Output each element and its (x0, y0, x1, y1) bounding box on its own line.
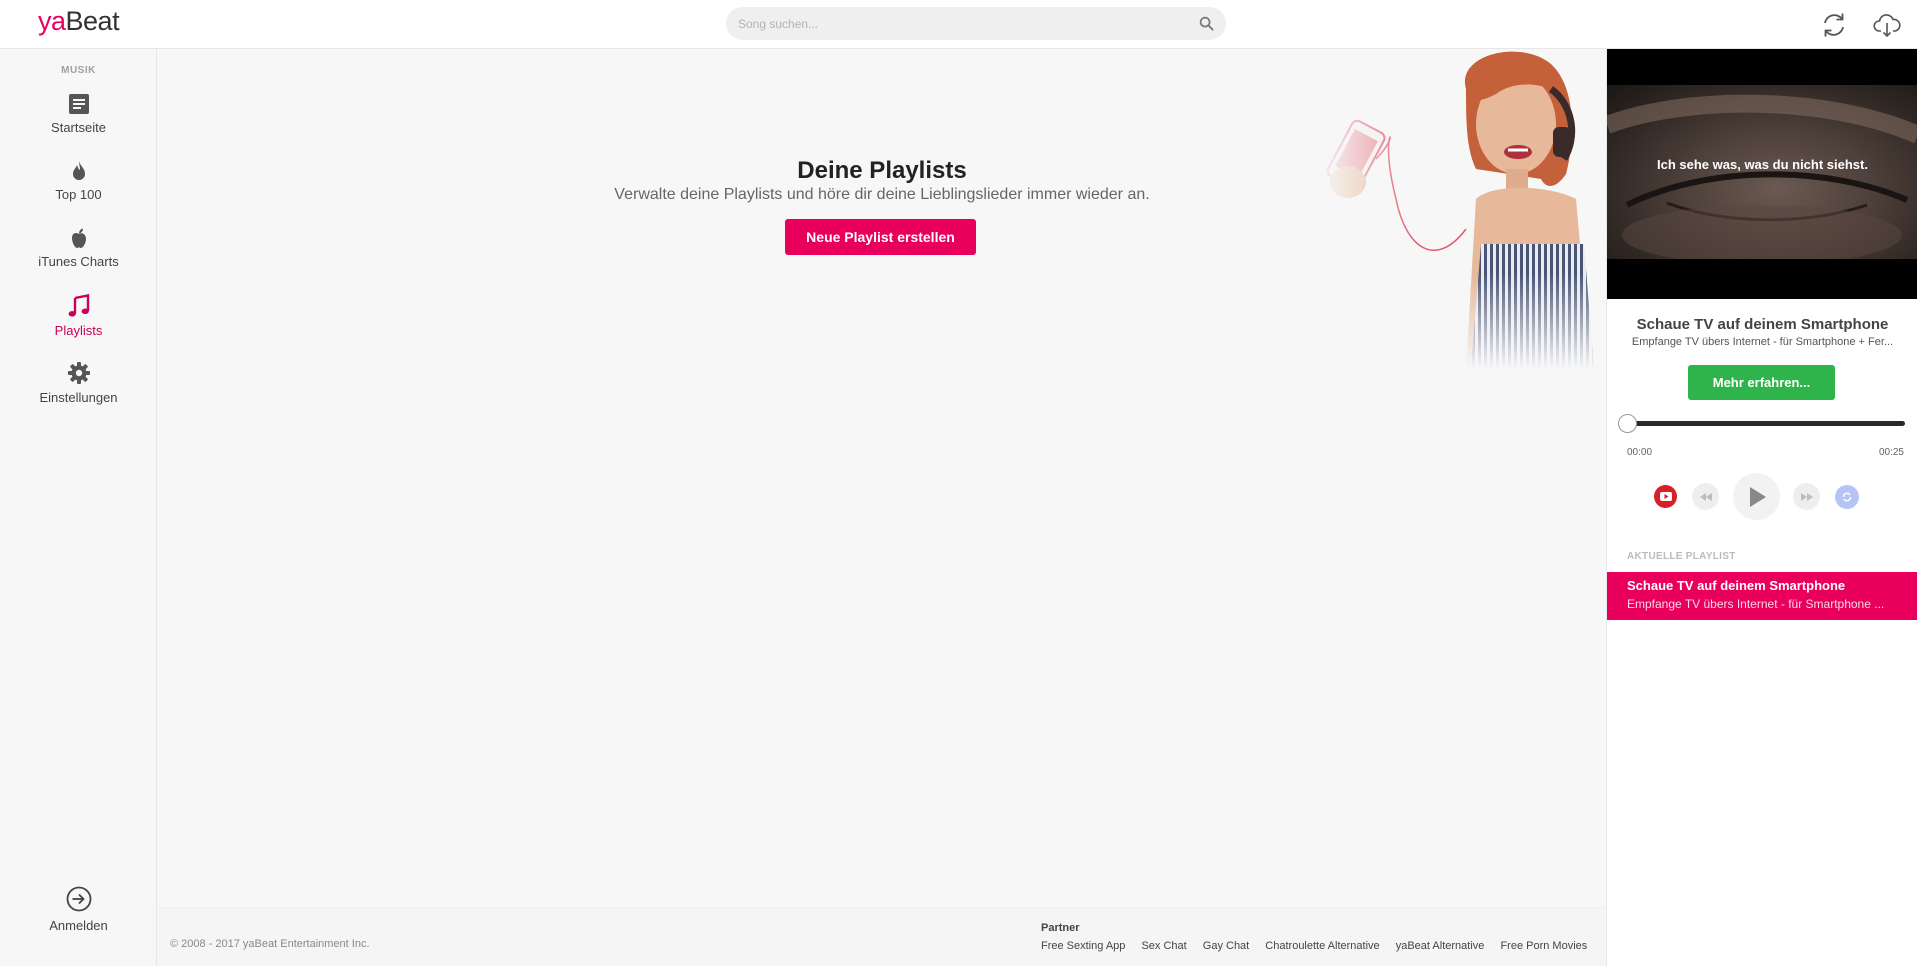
youtube-button[interactable] (1654, 485, 1677, 508)
rewind-icon (1699, 492, 1712, 501)
new-playlist-button[interactable]: Neue Playlist erstellen (785, 219, 976, 255)
logo-ya: ya (38, 6, 66, 36)
partner-link[interactable]: Free Porn Movies (1500, 940, 1587, 952)
partner-link[interactable]: yaBeat Alternative (1396, 940, 1485, 952)
sidebar-item-label: Playlists (54, 323, 103, 338)
partner-links: Free Sexting App Sex Chat Gay Chat Chatr… (1041, 940, 1587, 952)
repeat-button[interactable] (1835, 485, 1859, 509)
cloud-download-icon[interactable] (1872, 10, 1902, 40)
yabeat-logo[interactable]: yaBeat (38, 6, 120, 37)
hero-image (1316, 49, 1606, 369)
flame-icon (72, 161, 85, 180)
sign-in-icon (66, 886, 91, 912)
top-header: yaBeat (0, 0, 1917, 49)
search-input[interactable] (726, 7, 1166, 40)
more-info-button[interactable]: Mehr erfahren... (1688, 365, 1835, 400)
playlist-item-title: Schaue TV auf deinem Smartphone (1627, 578, 1846, 593)
partner-link[interactable]: Gay Chat (1203, 940, 1249, 952)
sidebar-item-itunes-charts[interactable]: iTunes Charts (0, 227, 157, 269)
gear-icon (67, 362, 90, 384)
sidebar-item-playlists[interactable]: Playlists (0, 294, 157, 338)
sidebar-item-einstellungen[interactable]: Einstellungen (0, 361, 157, 405)
login-label: Anmelden (49, 918, 108, 933)
sidebar-item-top-100[interactable]: Top 100 (0, 160, 157, 202)
copyright-text: © 2008 - 2017 yaBeat Entertainment Inc. (170, 938, 370, 950)
progress-knob[interactable] (1618, 414, 1637, 433)
youtube-icon (1659, 492, 1672, 501)
search-bar (726, 7, 1226, 40)
apple-icon (71, 228, 86, 248)
now-playing-title: Schaue TV auf deinem Smartphone (1636, 316, 1889, 333)
video-caption: Ich sehe was, was du nicht siehst. (1657, 157, 1868, 172)
now-playing-subtitle: Empfange TV übers Internet - für Smartph… (1631, 336, 1894, 348)
partner-link[interactable]: Sex Chat (1141, 940, 1186, 952)
sidebar-item-label: Startseite (51, 120, 106, 135)
music-note-icon (68, 294, 89, 317)
time-current: 00:00 (1627, 447, 1653, 458)
partner-link[interactable]: Free Sexting App (1041, 940, 1125, 952)
current-playlist-heading: AKTUELLE PLAYLIST (1627, 551, 1736, 562)
footer: © 2008 - 2017 yaBeat Entertainment Inc. … (157, 907, 1606, 966)
sidebar-item-label: Einstellungen (39, 390, 118, 405)
sidebar-item-label: iTunes Charts (38, 254, 119, 269)
progress-bar[interactable] (1618, 414, 1905, 433)
fast-forward-icon (1800, 492, 1813, 501)
page-subtitle: Verwalte deine Playlists und höre dir de… (614, 186, 1150, 203)
main-content: Deine Playlists Verwalte deine Playlists… (157, 49, 1606, 966)
time-total: 00:25 (1878, 447, 1904, 458)
playlist-item[interactable]: Schaue TV auf deinem Smartphone Empfange… (1607, 572, 1917, 620)
sidebar-section-label: MUSIK (61, 65, 96, 76)
player-panel: Ich sehe was, was du nicht siehst. Schau… (1606, 49, 1917, 966)
sidebar-item-label: Top 100 (55, 187, 102, 202)
partner-link[interactable]: Chatroulette Alternative (1265, 940, 1379, 952)
left-sidebar: MUSIK Startseite Top 100 iTunes Charts P… (0, 49, 157, 966)
fast-forward-button[interactable] (1793, 483, 1820, 510)
rewind-button[interactable] (1692, 483, 1719, 510)
video-player[interactable]: Ich sehe was, was du nicht siehst. (1607, 49, 1917, 299)
login-button[interactable]: Anmelden (0, 886, 157, 933)
refresh-icon[interactable] (1819, 10, 1849, 40)
sidebar-item-startseite[interactable]: Startseite (0, 93, 157, 135)
logo-beat: Beat (65, 6, 120, 36)
play-icon (1749, 486, 1766, 507)
partner-heading: Partner (1041, 922, 1080, 934)
playlist-item-subtitle: Empfange TV übers Internet - für Smartph… (1627, 597, 1885, 611)
eye-closeup-image (1607, 94, 1917, 259)
video-frame: Ich sehe was, was du nicht siehst. (1607, 85, 1917, 259)
play-button[interactable] (1733, 473, 1780, 520)
document-icon (68, 94, 89, 114)
page-title: Deine Playlists (797, 157, 967, 184)
search-icon[interactable] (1199, 16, 1214, 31)
repeat-icon (1842, 492, 1852, 502)
